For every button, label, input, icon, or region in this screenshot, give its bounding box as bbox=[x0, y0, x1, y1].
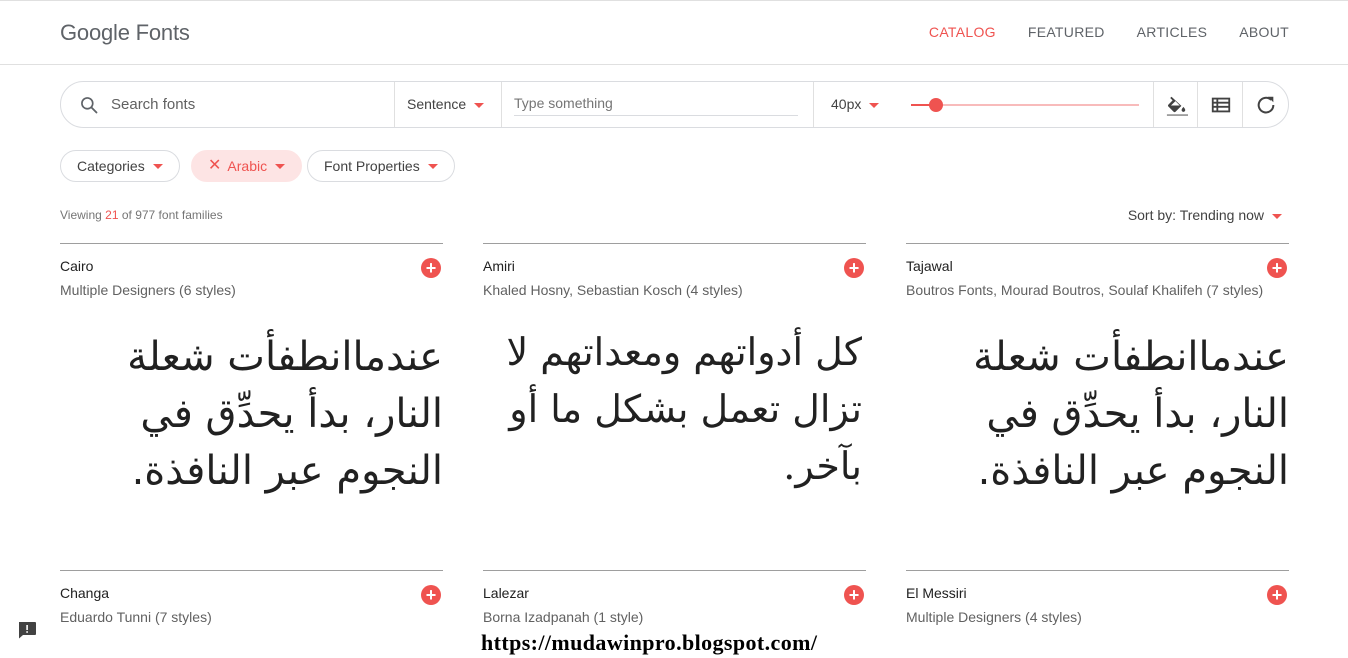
font-properties-label: Font Properties bbox=[324, 158, 420, 174]
add-font-button[interactable]: + bbox=[421, 585, 441, 605]
feedback-icon[interactable] bbox=[17, 621, 37, 639]
chevron-down-icon bbox=[427, 163, 438, 169]
font-designer: Boutros Fonts, Mourad Boutros, Soulaf Kh… bbox=[906, 282, 1264, 298]
sort-select[interactable]: Sort by: Trending now bbox=[1128, 207, 1282, 223]
sort-label: Sort by: Trending now bbox=[1127, 207, 1264, 223]
preview-mode-select[interactable]: Sentence bbox=[407, 96, 485, 112]
chevron-down-icon bbox=[474, 102, 485, 108]
font-properties-filter[interactable]: Font Properties bbox=[307, 150, 455, 182]
refresh-icon[interactable] bbox=[1255, 94, 1277, 116]
font-sample-text: كل أدواتهم ومعداتهم لا تزال تعمل بشكل ما… bbox=[506, 330, 862, 488]
add-font-button[interactable]: + bbox=[1267, 258, 1287, 278]
language-filter[interactable]: ✕ Arabic bbox=[191, 150, 303, 182]
font-size-label: 40px bbox=[831, 96, 862, 112]
google-fonts-logo[interactable]: Google Fonts bbox=[60, 20, 190, 46]
add-font-button[interactable]: + bbox=[844, 585, 864, 605]
chevron-down-icon bbox=[275, 163, 286, 169]
font-name: El Messiri bbox=[906, 585, 967, 601]
font-card-cairo[interactable]: Cairo Multiple Designers (6 styles) + عن… bbox=[60, 243, 443, 563]
categories-filter[interactable]: Categories bbox=[60, 150, 180, 182]
search-input[interactable] bbox=[111, 96, 381, 113]
results-count-number: 21 bbox=[105, 208, 119, 222]
font-size-select[interactable]: 40px bbox=[831, 96, 880, 112]
results-count: Viewing 21 of 977 font families bbox=[60, 208, 223, 222]
font-designer: Khaled Hosny, Sebastian Kosch (4 styles) bbox=[483, 282, 743, 298]
watermark-url: https://mudawinpro.blogspot.com/ bbox=[481, 630, 818, 655]
toolbar-divider bbox=[394, 82, 395, 127]
nav-articles[interactable]: ARTICLES bbox=[1137, 24, 1208, 40]
categories-label: Categories bbox=[77, 158, 145, 174]
toolbar-divider bbox=[1197, 82, 1198, 127]
paint-bucket-icon[interactable] bbox=[1166, 94, 1188, 116]
language-label: Arabic bbox=[227, 158, 268, 174]
font-designer: Eduardo Tunni (7 styles) bbox=[60, 609, 212, 625]
chevron-down-icon bbox=[1272, 213, 1282, 219]
close-icon[interactable]: ✕ bbox=[208, 151, 221, 181]
chevron-down-icon bbox=[152, 163, 163, 169]
toolbar-divider bbox=[813, 82, 814, 127]
list-view-icon[interactable] bbox=[1210, 94, 1232, 116]
toolbar-divider bbox=[1153, 82, 1154, 127]
preview-text-input[interactable] bbox=[514, 95, 798, 116]
font-designer: Borna Izadpanah (1 style) bbox=[483, 609, 644, 625]
font-name: Amiri bbox=[483, 258, 515, 274]
font-sample-text: عندماانطفأت شعلة النار، بدأ يحدِّق في ال… bbox=[973, 334, 1289, 494]
font-size-slider[interactable] bbox=[911, 98, 1139, 112]
results-prefix: Viewing bbox=[60, 208, 102, 222]
top-nav: CATALOG FEATURED ARTICLES ABOUT bbox=[929, 24, 1289, 40]
app-header: Google Fonts CATALOG FEATURED ARTICLES A… bbox=[0, 0, 1348, 65]
nav-about[interactable]: ABOUT bbox=[1239, 24, 1289, 40]
font-sample-text: عندماانطفأت شعلة النار، بدأ يحدِّق في ال… bbox=[127, 334, 443, 494]
add-font-button[interactable]: + bbox=[421, 258, 441, 278]
font-card-el-messiri[interactable]: El Messiri Multiple Designers (4 styles)… bbox=[906, 570, 1289, 658]
font-card-changa[interactable]: Changa Eduardo Tunni (7 styles) + bbox=[60, 570, 443, 658]
nav-featured[interactable]: FEATURED bbox=[1028, 24, 1105, 40]
preview-mode-label: Sentence bbox=[407, 96, 467, 112]
chevron-down-icon bbox=[869, 102, 880, 108]
slider-thumb[interactable] bbox=[929, 98, 944, 112]
search-icon[interactable] bbox=[79, 95, 99, 115]
toolbar-divider bbox=[1242, 82, 1243, 127]
font-name: Cairo bbox=[60, 258, 94, 274]
font-designer: Multiple Designers (4 styles) bbox=[906, 609, 1082, 625]
font-card-tajawal[interactable]: Tajawal Boutros Fonts, Mourad Boutros, S… bbox=[906, 243, 1289, 563]
add-font-button[interactable]: + bbox=[844, 258, 864, 278]
results-suffix: of 977 font families bbox=[121, 208, 223, 222]
font-name: Changa bbox=[60, 585, 110, 601]
font-name: Lalezar bbox=[483, 585, 529, 601]
toolbar-divider bbox=[501, 82, 502, 127]
search-toolbar: Sentence 40px bbox=[60, 81, 1289, 128]
add-font-button[interactable]: + bbox=[1267, 585, 1287, 605]
font-designer: Multiple Designers (6 styles) bbox=[60, 282, 236, 298]
font-card-amiri[interactable]: Amiri Khaled Hosny, Sebastian Kosch (4 s… bbox=[483, 243, 866, 563]
font-name: Tajawal bbox=[906, 258, 953, 274]
nav-catalog[interactable]: CATALOG bbox=[929, 24, 996, 40]
